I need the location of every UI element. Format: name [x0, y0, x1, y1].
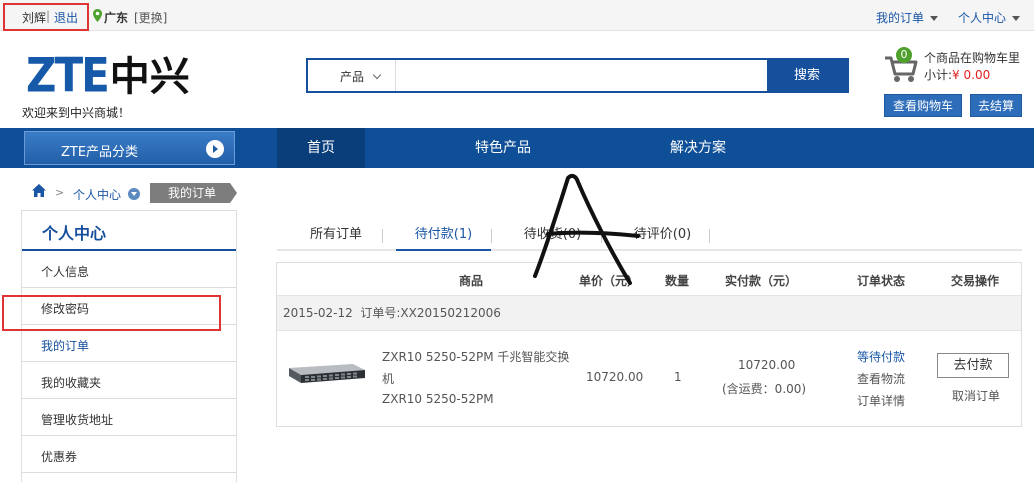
view-cart-button[interactable]: 查看购物车: [884, 94, 962, 117]
location-text: 广东: [104, 11, 129, 25]
sidebar: 个人中心 个人信息 修改密码 我的订单 我的收藏夹 管理收货地址 优惠券: [21, 210, 237, 482]
my-orders-label: 我的订单: [876, 11, 925, 25]
welcome-text: 欢迎来到中兴商城！: [22, 106, 131, 120]
search-bar: 产品 搜索: [306, 58, 849, 93]
search-category-label: 产品: [340, 70, 365, 84]
col-actions: 交易操作: [951, 274, 1000, 288]
paid-amount: 10720.00: [738, 358, 796, 372]
cart-subtotal-label: 小计:: [924, 68, 953, 82]
cart-text: 个商品在购物车里: [924, 51, 1021, 65]
order-date: 2015-02-12: [283, 306, 353, 320]
sidebar-item-coupons[interactable]: 优惠券: [22, 436, 236, 473]
chevron-right-icon: [206, 140, 224, 158]
nav-item-solutions[interactable]: 解决方案: [650, 128, 746, 168]
col-product: 商品: [459, 274, 484, 288]
pay-button[interactable]: 去付款: [937, 353, 1009, 378]
sidebar-item-profile[interactable]: 个人信息: [22, 251, 236, 288]
unit-price: 10720.00: [586, 370, 644, 384]
home-icon[interactable]: [32, 184, 46, 197]
view-logistics-link[interactable]: 查看物流: [857, 370, 905, 387]
user-name[interactable]: 刘辉: [22, 9, 46, 26]
sidebar-item-favorites[interactable]: 我的收藏夹: [22, 362, 236, 399]
breadcrumb-personal-center[interactable]: 个人中心: [73, 186, 121, 203]
tab-divider: [709, 229, 710, 243]
tab-all-orders[interactable]: 所有订单: [291, 222, 381, 251]
zte-logo[interactable]: ZTE中兴: [26, 44, 190, 103]
logout-link[interactable]: 退出: [54, 9, 78, 26]
cancel-order-link[interactable]: 取消订单: [952, 387, 1000, 404]
logo-latin: ZTE: [26, 48, 110, 103]
product-model: ZXR10 5250-52PM: [382, 392, 494, 406]
breadcrumb-current: 我的订单: [150, 183, 237, 203]
product-category-label: ZTE产品分类: [61, 145, 139, 160]
order-highlight-box: [2, 295, 221, 331]
personal-center-menu[interactable]: 个人中心: [958, 9, 1021, 26]
location-pin-icon: [93, 9, 102, 22]
col-status: 订单状态: [857, 274, 906, 288]
nav-item-home[interactable]: 首页: [277, 128, 365, 168]
main-nav: ZTE产品分类 首页 特色产品 解决方案: [0, 128, 1034, 168]
tab-pending-payment[interactable]: 待付款(1): [396, 222, 491, 251]
cart-subtotal: 小计:¥ 0.00: [924, 66, 990, 83]
order-number: 订单号:XX20150212006: [360, 306, 501, 320]
tab-divider: [491, 229, 492, 243]
order-status: 等待付款: [857, 350, 906, 364]
handwritten-annotation-a: [533, 173, 640, 285]
nav-item-featured[interactable]: 特色产品: [455, 128, 551, 168]
chevron-down-icon[interactable]: [128, 188, 140, 200]
search-input[interactable]: [398, 62, 768, 89]
cart-subtotal-value: ¥ 0.00: [952, 68, 991, 82]
search-button[interactable]: 搜索: [767, 60, 847, 91]
personal-center-label: 个人中心: [958, 11, 1007, 25]
product-switch-image[interactable]: [287, 360, 367, 386]
breadcrumb-separator: >: [55, 186, 65, 199]
shipping-note: (含运费：0.00): [722, 382, 807, 396]
my-orders-menu[interactable]: 我的订单: [876, 9, 939, 26]
search-category-select[interactable]: 产品: [308, 60, 396, 91]
chevron-down-icon: [372, 70, 382, 80]
tab-divider: [382, 229, 383, 243]
sidebar-item-addresses[interactable]: 管理收货地址: [22, 399, 236, 436]
order-detail-link[interactable]: 订单详情: [857, 392, 905, 409]
quantity: 1: [674, 370, 682, 384]
col-paid: 实付款（元）: [725, 274, 798, 288]
product-category-button[interactable]: ZTE产品分类: [24, 131, 235, 165]
user-separator: |: [46, 9, 51, 23]
product-name-line2[interactable]: 机: [382, 370, 394, 387]
checkout-button[interactable]: 去结算: [970, 94, 1022, 117]
sidebar-title: 个人中心: [22, 211, 236, 251]
chevron-down-icon: [1012, 16, 1021, 21]
order-info: 2015-02-12 订单号:XX20150212006: [283, 304, 501, 321]
chevron-down-icon: [930, 16, 939, 21]
product-name-line1[interactable]: ZXR10 5250-52PM 千兆智能交换: [382, 348, 569, 365]
logo-cn: 中兴: [109, 54, 190, 100]
change-location-link[interactable]: [更换]: [134, 9, 167, 26]
cart-count-badge: 0: [896, 47, 912, 63]
